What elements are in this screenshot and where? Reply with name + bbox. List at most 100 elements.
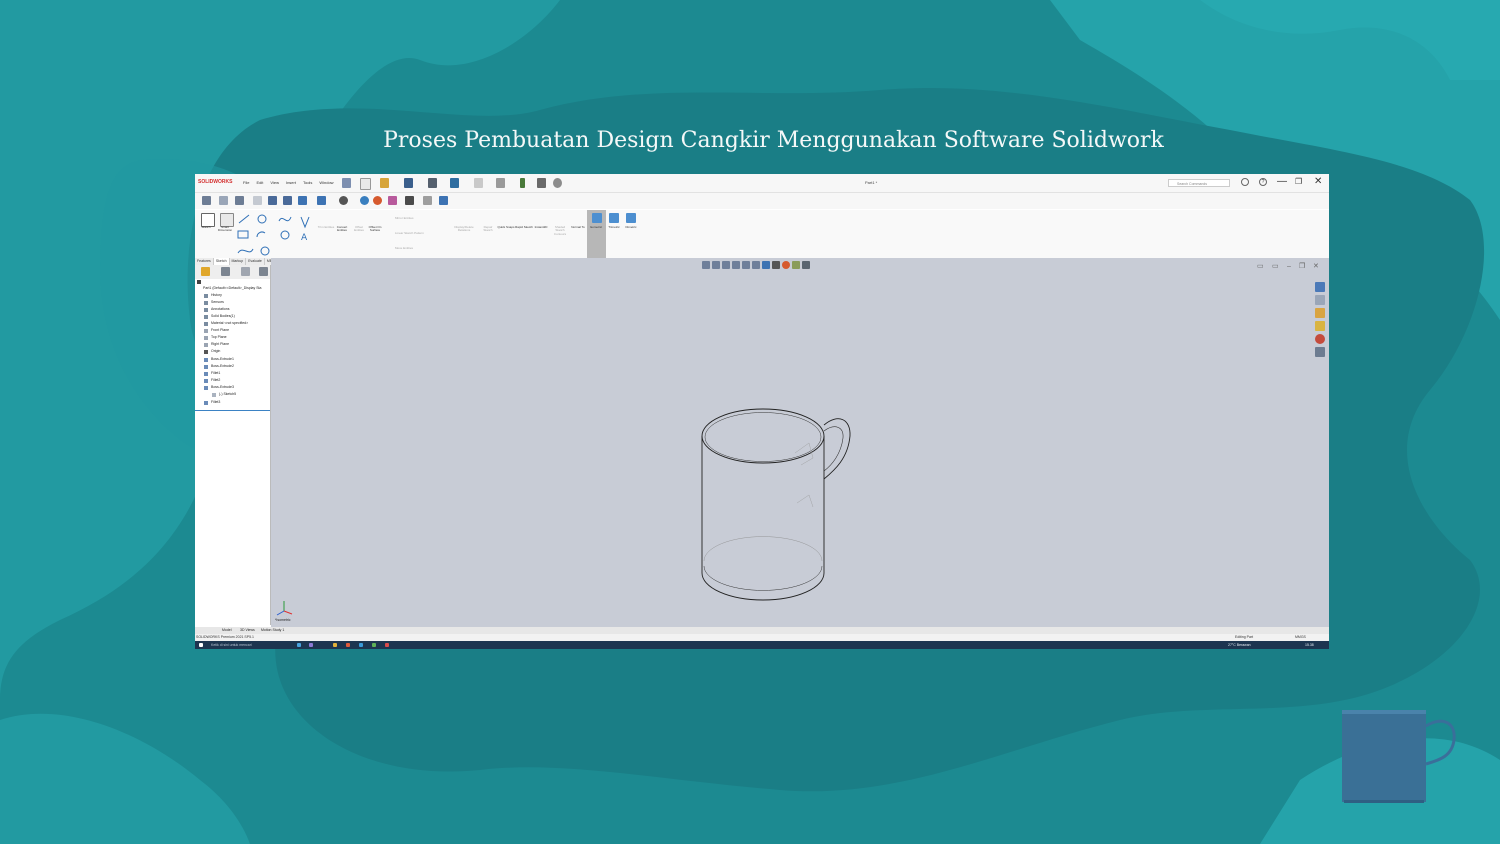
sketch-button-label[interactable]: Sketch	[197, 225, 215, 229]
isometric-cube-icon[interactable]	[592, 213, 602, 223]
zoom-area-icon[interactable]	[712, 261, 720, 269]
undo-icon[interactable]	[450, 178, 459, 188]
quick-snaps-label[interactable]: Quick Snaps	[497, 225, 515, 229]
view-settings-icon[interactable]	[802, 261, 810, 269]
dimxpert-tab-icon[interactable]	[259, 267, 268, 276]
tree-item-front-plane[interactable]: Front Plane	[211, 328, 229, 332]
restore-button[interactable]: ❐	[1295, 177, 1302, 187]
viewport-restore-button[interactable]: ❐	[1299, 263, 1305, 270]
tree-item-right-plane[interactable]: Right Plane	[211, 342, 229, 346]
rebuild-icon[interactable]	[520, 178, 525, 188]
menu-insert[interactable]: Insert	[286, 180, 296, 185]
realview-icon[interactable]	[423, 196, 432, 205]
redo-icon[interactable]	[474, 178, 483, 188]
custom-properties-icon[interactable]	[1315, 347, 1325, 357]
sketch-entities-icons[interactable]: A	[235, 213, 320, 257]
repair-sketch-label[interactable]: Repair Sketch	[479, 225, 497, 233]
filter-icon[interactable]	[197, 280, 201, 284]
dynamic-annotation-icon[interactable]	[268, 196, 277, 205]
tree-item-fillet2[interactable]: Fillet2	[211, 378, 220, 382]
tab-model[interactable]: Model	[222, 628, 232, 632]
zoom-to-fit-icon[interactable]	[702, 261, 710, 269]
tree-item-boss-extrude1[interactable]: Boss-Extrude1	[211, 357, 234, 361]
graphics-area[interactable]: ▭ ▭ – ❐ ✕ *Isometric	[271, 258, 1329, 627]
tree-item-fillet3[interactable]: Fillet3	[211, 400, 220, 404]
display-relations-label[interactable]: Display/Delete Relations	[453, 225, 475, 233]
design-library-icon[interactable]	[1315, 295, 1325, 305]
scene-icon[interactable]	[388, 196, 397, 205]
menu-file[interactable]: File	[243, 180, 249, 185]
select-icon[interactable]	[496, 178, 505, 188]
section-view-icon[interactable]	[732, 261, 740, 269]
menu-view[interactable]: View	[270, 180, 279, 185]
tab-evaluate[interactable]: Evaluate	[246, 258, 265, 265]
section-view-icon[interactable]	[253, 196, 262, 205]
viewport-minimize-button[interactable]: –	[1287, 263, 1291, 270]
view-palette-icon[interactable]	[1315, 321, 1325, 331]
mug-wireframe-model[interactable]	[701, 403, 866, 603]
file-explorer-icon[interactable]	[1315, 308, 1325, 318]
teams-icon[interactable]	[309, 643, 313, 647]
help-icon[interactable]: ?	[1259, 178, 1267, 186]
user-icon[interactable]	[1241, 178, 1249, 186]
options-gear-icon[interactable]	[553, 178, 562, 188]
shaded-icon[interactable]	[439, 196, 448, 205]
rapid-sketch-label[interactable]: Rapid Sketch	[515, 225, 533, 229]
tree-item-solid-bodies[interactable]: Solid Bodies(1)	[211, 314, 235, 318]
menu-tools[interactable]: Tools	[303, 180, 312, 185]
smart-dimension-label[interactable]: Smart Dimension	[216, 225, 234, 233]
zoom-icon[interactable]	[283, 196, 292, 205]
view-settings-icon[interactable]	[405, 196, 414, 205]
tree-item-sensors[interactable]: Sensors	[211, 300, 224, 304]
status-units[interactable]: MMGS	[1295, 635, 1306, 639]
tree-item-top-plane[interactable]: Top Plane	[211, 335, 227, 339]
dynamic-annotation-icon[interactable]	[742, 261, 750, 269]
taskbar-search[interactable]: Ketik di sini untuk mencari	[211, 643, 252, 647]
file-properties-icon[interactable]	[537, 178, 546, 188]
viewport-split-icon[interactable]: ▭	[1257, 263, 1264, 270]
appearances-icon[interactable]	[1315, 334, 1325, 344]
feature-manager-tab-icon[interactable]	[201, 267, 210, 276]
shaded-contours-label[interactable]: Shaded Sketch Contours	[551, 225, 569, 236]
configuration-manager-tab-icon[interactable]	[241, 267, 250, 276]
tree-item-sketch5[interactable]: (-) Sketch5	[219, 392, 236, 396]
previous-view-icon[interactable]	[235, 196, 244, 205]
zoom-to-fit-icon[interactable]	[202, 196, 211, 205]
tree-item-origin[interactable]: Origin	[211, 349, 220, 353]
isometric-label[interactable]: Isometric	[587, 225, 605, 229]
edit-appearance-icon[interactable]	[782, 261, 790, 269]
instant2d-label[interactable]: Instant2D	[532, 225, 550, 229]
tree-item-fillet1[interactable]: Fillet1	[211, 371, 220, 375]
dimetric-cube-icon[interactable]	[626, 213, 636, 223]
property-manager-tab-icon[interactable]	[221, 267, 230, 276]
tree-item-annotations[interactable]: Annotations	[211, 307, 230, 311]
rollback-bar[interactable]	[195, 410, 270, 411]
tab-3d-views[interactable]: 3D Views	[240, 628, 255, 632]
display-style-icon[interactable]	[317, 196, 326, 205]
mirror-entities-label[interactable]: Mirror Entities	[395, 216, 435, 220]
windows-start-icon[interactable]	[199, 643, 203, 647]
appearance-icon[interactable]	[373, 196, 382, 205]
tab-features[interactable]: Features	[195, 258, 214, 265]
task-view-icon[interactable]	[297, 643, 301, 647]
hide-show-items-icon[interactable]	[772, 261, 780, 269]
convert-entities-label[interactable]: Convert Entities	[333, 225, 351, 233]
open-icon[interactable]	[380, 178, 389, 188]
tree-item-boss-extrude3[interactable]: Boss-Extrude3	[211, 385, 234, 389]
rotate-icon[interactable]	[360, 196, 369, 205]
display-style-icon[interactable]	[762, 261, 770, 269]
view-orientation-icon[interactable]	[298, 196, 307, 205]
solidworks-resources-icon[interactable]	[1315, 282, 1325, 292]
minimize-button[interactable]: —	[1277, 177, 1287, 187]
taskbar-weather[interactable]: 27°C Berawan	[1228, 643, 1251, 647]
print-icon[interactable]	[428, 178, 437, 188]
menu-edit[interactable]: Edit	[256, 180, 263, 185]
viewport-link-icon[interactable]: ▭	[1272, 263, 1279, 270]
edge-icon[interactable]	[359, 643, 363, 647]
solidworks-taskbar-icon[interactable]	[385, 643, 389, 647]
tree-root[interactable]: Part1 (Default<<Default>_Display Sta	[203, 286, 261, 290]
store-icon[interactable]	[372, 643, 376, 647]
tab-markup[interactable]: Markup	[230, 258, 247, 265]
tree-item-history[interactable]: History	[211, 293, 222, 297]
chrome-icon[interactable]	[346, 643, 350, 647]
